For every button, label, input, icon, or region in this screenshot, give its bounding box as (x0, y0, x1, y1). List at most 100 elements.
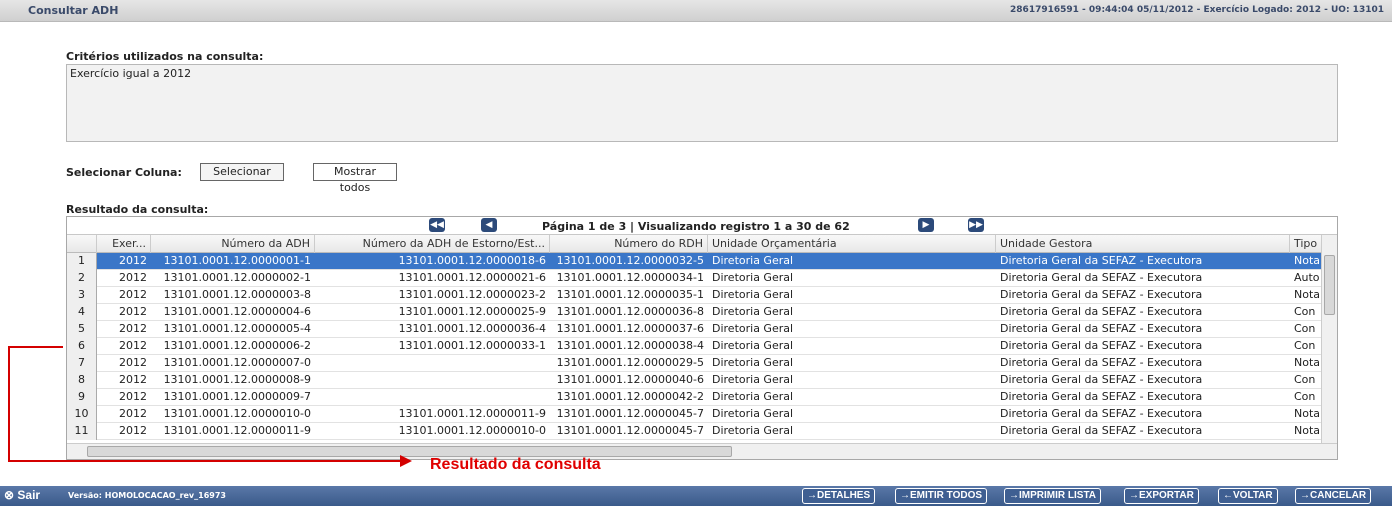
table-cell: 13101.0001.12.0000036-4 (398, 322, 546, 335)
table-cell: 13101.0001.12.0000011-9 (163, 424, 311, 437)
table-cell: Diretoria Geral da SEFAZ - Executora (1000, 271, 1203, 284)
table-cell: 13101.0001.12.0000010-0 (398, 424, 546, 437)
grid-header: Exer... Número da ADH Número da ADH de Est… (67, 235, 1330, 253)
table-cell: 13101.0001.12.0000003-8 (163, 288, 311, 301)
table-row[interactable]: 3 2012 13101.0001.12.0000003-8 13101.0001.1… (67, 287, 1321, 304)
table-cell: 13101.0001.12.0000021-6 (398, 271, 546, 284)
table-row[interactable]: 11 2012 13101.0001.12.0000011-9 13101.0001.… (67, 423, 1321, 440)
table-cell: 13101.0001.12.0000023-2 (398, 288, 546, 301)
table-cell: Diretoria Geral (712, 407, 794, 420)
table-cell: 2012 (119, 305, 147, 318)
exit-label: Sair (17, 488, 41, 502)
show-all-button[interactable]: Mostrar todos (313, 163, 397, 194)
callout-arrow-icon (400, 455, 412, 467)
details-button[interactable]: →DETALHES (802, 488, 876, 504)
results-label: Resultado da consulta: (66, 203, 209, 216)
table-cell: Diretoria Geral (712, 288, 794, 301)
table-cell: Diretoria Geral da SEFAZ - Executora (1000, 356, 1203, 369)
column-header[interactable]: Número da ADH (151, 235, 315, 253)
last-page-icon[interactable]: ▶▶ (968, 218, 984, 232)
callout-line-top (8, 346, 63, 348)
table-cell: 2012 (119, 322, 147, 335)
page-title: Consultar ADH (28, 4, 119, 17)
table-cell: 2012 (119, 424, 147, 437)
callout-line-left (8, 346, 10, 462)
table-cell: Diretoria Geral da SEFAZ - Executora (1000, 322, 1203, 335)
table-cell (315, 355, 550, 372)
next-page-icon[interactable]: ▶ (918, 218, 934, 232)
horizontal-scrollbar[interactable] (67, 443, 1337, 459)
table-row[interactable]: 5 2012 13101.0001.12.0000005-4 13101.0001.1… (67, 321, 1321, 338)
table-cell: 13101.0001.12.0000010-0 (163, 407, 311, 420)
table-cell: Diretoria Geral (712, 390, 794, 403)
table-cell: 2012 (119, 288, 147, 301)
table-cell: 13101.0001.12.0000001-1 (163, 254, 311, 267)
row-number: 1 (67, 253, 97, 270)
table-row[interactable]: 8 2012 13101.0001.12.0000008-9 13101.0001.1… (67, 372, 1321, 389)
table-cell (315, 389, 550, 406)
row-number: 9 (67, 389, 97, 406)
table-row[interactable]: 9 2012 13101.0001.12.0000009-7 13101.0001.1… (67, 389, 1321, 406)
column-header[interactable]: Unidade Orçamentária (708, 235, 996, 253)
table-cell: Diretoria Geral (712, 305, 794, 318)
table-cell: 13101.0001.12.0000029-5 (556, 356, 704, 369)
export-button[interactable]: →EXPORTAR (1124, 488, 1199, 504)
vertical-scroll-thumb[interactable] (1324, 255, 1335, 315)
table-cell: 2012 (119, 271, 147, 284)
session-status: 28617916591 - 09:44:04 05/11/2012 - Exer… (1010, 5, 1384, 15)
table-cell: Diretoria Geral (712, 356, 794, 369)
cancel-button[interactable]: →CANCELAR (1295, 488, 1372, 504)
table-cell: 13101.0001.12.0000002-1 (163, 271, 311, 284)
exit-button[interactable]: ⊗ Sair (4, 488, 40, 502)
vertical-scrollbar[interactable] (1321, 235, 1337, 445)
column-selector-label: Selecionar Coluna: (66, 166, 182, 179)
back-button[interactable]: ←VOLTAR (1218, 488, 1278, 504)
column-header[interactable]: Número do RDH (550, 235, 708, 253)
select-column-button[interactable]: Selecionar (200, 163, 284, 181)
emit-all-button[interactable]: →EMITIR TODOS (895, 488, 988, 504)
row-number: 3 (67, 287, 97, 304)
table-cell: 2012 (119, 339, 147, 352)
table-cell: 13101.0001.12.0000005-4 (163, 322, 311, 335)
table-row[interactable]: 10 2012 13101.0001.12.0000010-0 13101.0001.… (67, 406, 1321, 423)
table-cell: 13101.0001.12.0000033-1 (398, 339, 546, 352)
table-row[interactable]: 6 2012 13101.0001.12.0000006-2 13101.0001.1… (67, 338, 1321, 355)
table-cell: 13101.0001.12.0000042-2 (556, 390, 704, 403)
column-header[interactable]: Número da ADH de Estorno/Est... (315, 235, 550, 253)
criteria-label: Critérios utilizados na consulta: (66, 50, 264, 63)
row-number: 6 (67, 338, 97, 355)
print-list-button[interactable]: →IMPRIMIR LISTA (1004, 488, 1102, 504)
table-cell: 13101.0001.12.0000025-9 (398, 305, 546, 318)
table-cell: Diretoria Geral (712, 373, 794, 386)
column-header[interactable]: Exer... (97, 235, 151, 253)
table-row[interactable]: 2 2012 13101.0001.12.0000002-1 13101.0001.1… (67, 270, 1321, 287)
results-grid: ◀◀ ◀ Página 1 de 3 | Visualizando regist… (66, 216, 1338, 460)
table-cell: Diretoria Geral da SEFAZ - Executora (1000, 254, 1203, 267)
footer-bar: ⊗ Sair Versão: HOMOLOCACAO_rev_16973 →DE… (0, 486, 1392, 506)
table-cell: 13101.0001.12.0000037-6 (556, 322, 704, 335)
table-cell: Diretoria Geral (712, 271, 794, 284)
column-header[interactable]: Unidade Gestora (996, 235, 1290, 253)
version-label: Versão: HOMOLOCACAO_rev_16973 (68, 491, 226, 500)
table-cell: Diretoria Geral da SEFAZ - Executora (1000, 288, 1203, 301)
row-number: 7 (67, 355, 97, 372)
callout-text: Resultado da consulta (430, 456, 601, 473)
first-page-icon[interactable]: ◀◀ (429, 218, 445, 232)
pager: ◀◀ ◀ Página 1 de 3 | Visualizando regist… (67, 217, 1337, 235)
table-cell: Diretoria Geral da SEFAZ - Executora (1000, 390, 1203, 403)
table-cell: Diretoria Geral (712, 339, 794, 352)
row-number: 10 (67, 406, 97, 423)
row-number: 8 (67, 372, 97, 389)
table-cell: 2012 (119, 390, 147, 403)
table-cell: 13101.0001.12.0000032-5 (556, 254, 704, 267)
prev-page-icon[interactable]: ◀ (481, 218, 497, 232)
table-cell: 13101.0001.12.0000004-6 (163, 305, 311, 318)
callout-line-bottom (8, 460, 406, 462)
table-row[interactable]: 1 2012 13101.0001.12.0000001-1 13101.0001.1… (67, 253, 1321, 270)
table-cell: Diretoria Geral da SEFAZ - Executora (1000, 407, 1203, 420)
table-row[interactable]: 7 2012 13101.0001.12.0000007-0 13101.0001.1… (67, 355, 1321, 372)
table-cell: Diretoria Geral da SEFAZ - Executora (1000, 305, 1203, 318)
table-cell: 13101.0001.12.0000045-7 (556, 424, 704, 437)
table-cell: Diretoria Geral da SEFAZ - Executora (1000, 339, 1203, 352)
table-row[interactable]: 4 2012 13101.0001.12.0000004-6 13101.0001.1… (67, 304, 1321, 321)
